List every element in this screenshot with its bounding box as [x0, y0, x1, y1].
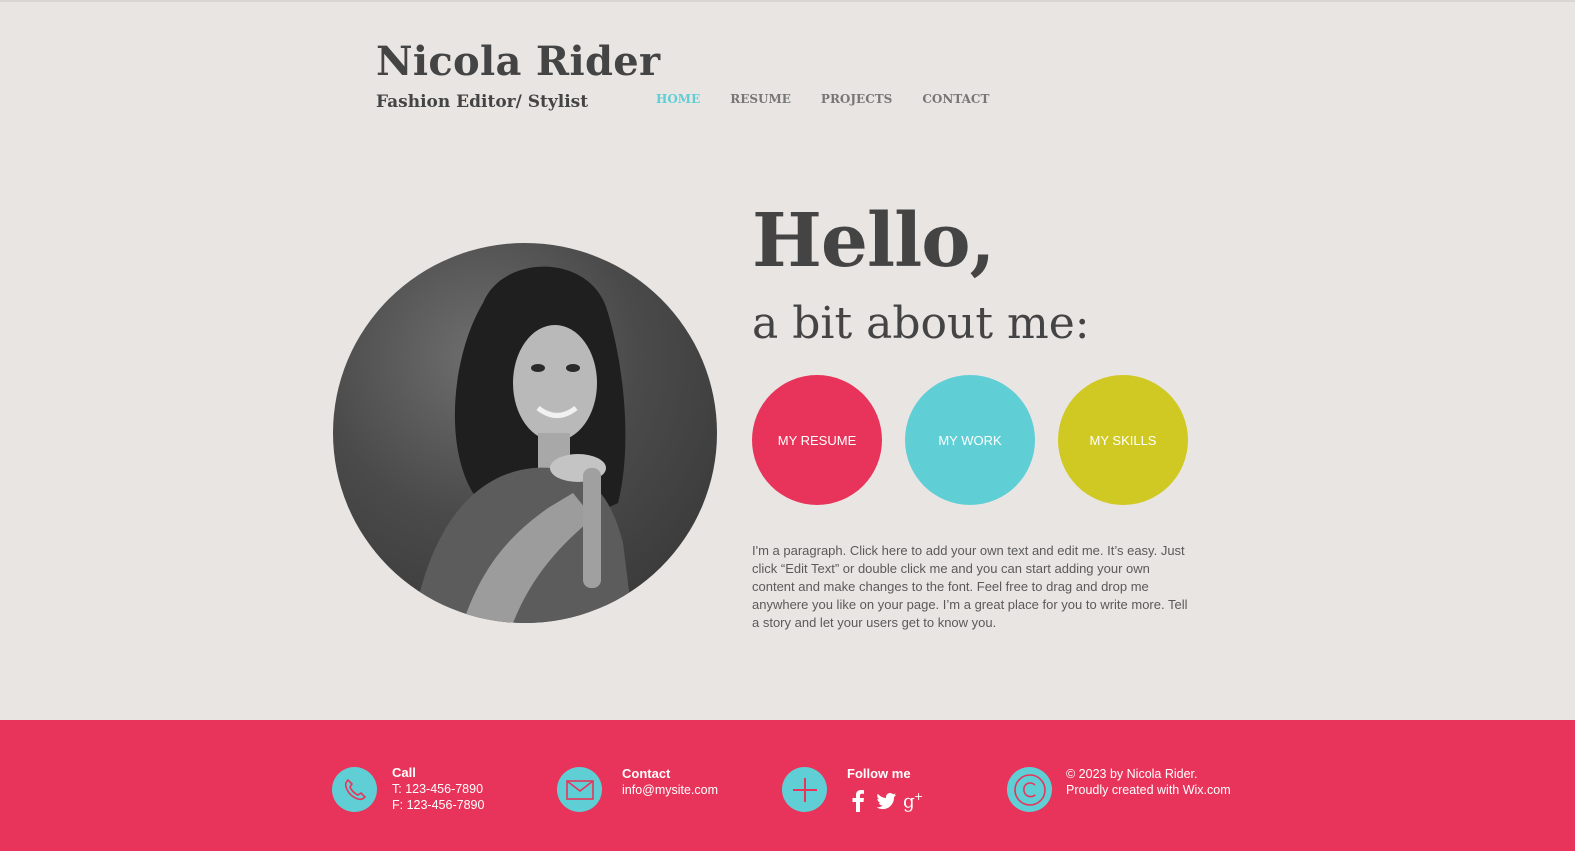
contact-email[interactable]: info@mysite.com: [622, 782, 718, 798]
nav-resume[interactable]: RESUME: [730, 92, 791, 106]
main-nav: HOME RESUME PROJECTS CONTACT: [656, 92, 989, 106]
svg-text:+: +: [914, 790, 923, 803]
call-phone[interactable]: T: 123-456-7890: [392, 781, 484, 797]
site-subtitle: Fashion Editor/ Stylist: [376, 92, 589, 112]
phone-icon: [332, 767, 377, 812]
copyright-icon: [1007, 767, 1052, 812]
nav-home[interactable]: HOME: [656, 92, 700, 106]
facebook-icon[interactable]: [847, 790, 869, 812]
google-plus-icon[interactable]: g +: [903, 790, 925, 812]
twitter-icon[interactable]: [875, 790, 897, 812]
nav-projects[interactable]: PROJECTS: [821, 92, 892, 106]
hero-greeting: Hello,: [752, 198, 995, 284]
about-paragraph: I'm a paragraph. Click here to add your …: [752, 543, 1188, 630]
footer-call: Call T: 123-456-7890 F: 123-456-7890: [392, 765, 484, 813]
nav-contact[interactable]: CONTACT: [922, 92, 989, 106]
portrait-illustration: [413, 266, 633, 623]
footer-copyright: © 2023 by Nicola Rider. Proudly created …: [1066, 766, 1231, 798]
contact-heading: Contact: [622, 766, 671, 781]
my-skills-button[interactable]: MY SKILLS: [1058, 375, 1188, 505]
my-resume-button[interactable]: MY RESUME: [752, 375, 882, 505]
footer-contact: Contact info@mysite.com: [622, 766, 718, 798]
plus-icon: [782, 767, 827, 812]
site-title[interactable]: Nicola Rider: [376, 38, 660, 85]
copyright-line1: © 2023 by Nicola Rider.: [1066, 767, 1198, 781]
mail-icon: [557, 767, 602, 812]
my-work-button[interactable]: MY WORK: [905, 375, 1035, 505]
call-fax: F: 123-456-7890: [392, 798, 485, 812]
portrait-photo: [333, 243, 717, 623]
follow-heading: Follow me: [847, 766, 911, 781]
call-heading: Call: [392, 765, 416, 780]
page: Nicola Rider Fashion Editor/ Stylist HOM…: [0, 0, 1575, 851]
footer-follow: Follow me: [847, 766, 911, 782]
social-links: g +: [847, 790, 925, 812]
copyright-line2[interactable]: Proudly created with Wix.com: [1066, 782, 1231, 798]
hero-tagline: a bit about me:: [752, 298, 1090, 349]
